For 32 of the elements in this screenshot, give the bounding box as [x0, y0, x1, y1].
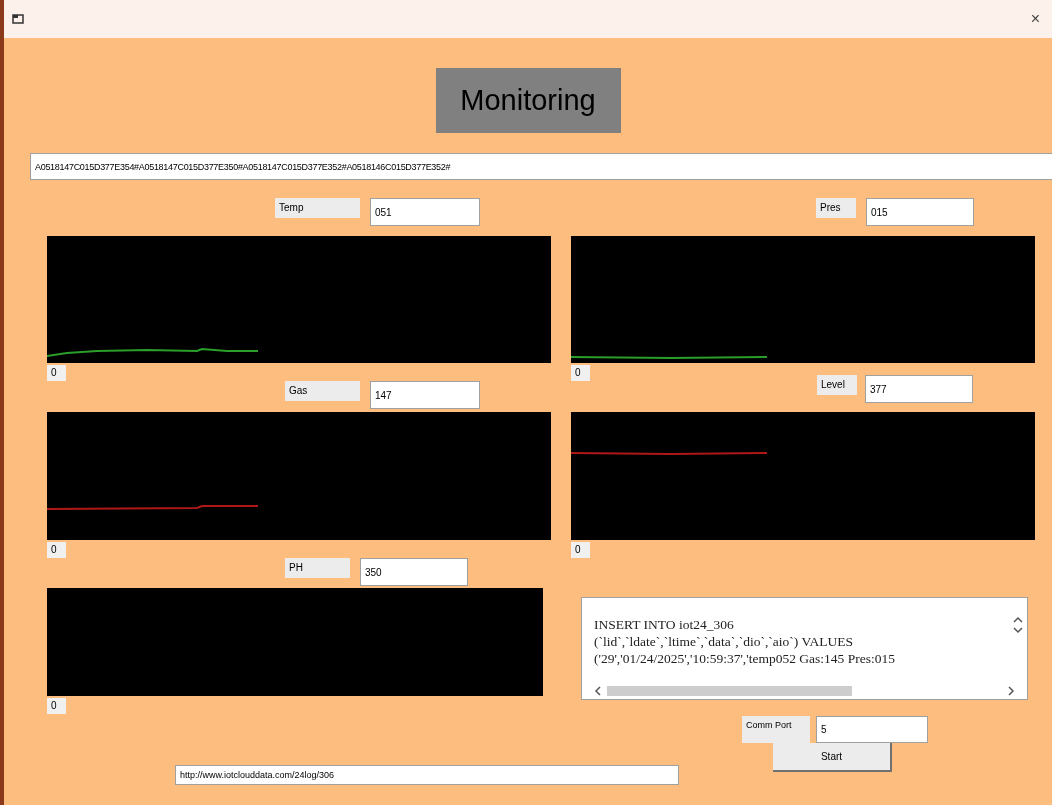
sensor-value-field[interactable]: 350: [360, 558, 468, 586]
log-line: (`lid`,`ldate`,`ltime`,`data`,`dio`,`aio`) VALUES: [594, 633, 853, 650]
sensor-label: Gas: [285, 381, 360, 401]
page-title: Monitoring: [435, 68, 621, 133]
scroll-down-icon[interactable]: [1013, 627, 1023, 634]
axis-label: 0: [47, 542, 66, 558]
axis-label: 0: [47, 365, 66, 381]
start-button[interactable]: Start: [773, 743, 892, 772]
axis-label: 0: [571, 365, 590, 381]
log-line: ('29','01/24/2025','10:59:37','temp052 Gas:145 Pres:015: [594, 650, 895, 667]
log-line: INSERT INTO iot24_306: [594, 616, 734, 633]
axis-label: 0: [47, 698, 66, 714]
scroll-left-icon[interactable]: [594, 686, 601, 696]
sensor-label: Pres: [816, 198, 856, 218]
sensor-label: PH: [285, 558, 350, 578]
log-text-area[interactable]: INSERT INTO iot24_306 (`lid`,`ldate`,`ltime`,`data`,`dio`,`aio`) VALUES ('29','01/24/2025','10:59:37','temp052 Gas:145 Pres:015: [581, 597, 1028, 700]
sensor-value-field[interactable]: 147: [370, 381, 480, 409]
comm-port-field[interactable]: 5: [816, 716, 928, 743]
sensor-value-field[interactable]: 051: [370, 198, 480, 226]
scroll-up-icon[interactable]: [1013, 616, 1023, 623]
scroll-right-icon[interactable]: [1008, 686, 1015, 696]
comm-port-label: Comm Port: [742, 716, 810, 743]
sensor-label: Level: [817, 375, 857, 395]
sensor-value-field[interactable]: 015: [866, 198, 974, 226]
window-icon: [12, 14, 24, 24]
scrollbar-thumb[interactable]: [607, 686, 852, 696]
sensor-label: Temp: [275, 198, 360, 218]
close-button[interactable]: ×: [1026, 7, 1044, 31]
raw-data-field[interactable]: A0518147C015D377E354#A0518147C015D377E350#A0518147C015D377E352#A0518146C015D377E352#: [30, 153, 1052, 180]
url-field[interactable]: http://www.iotclouddata.com/24log/306: [175, 765, 679, 785]
axis-label: 0: [571, 542, 590, 558]
sensor-value-field[interactable]: 377: [865, 375, 973, 403]
